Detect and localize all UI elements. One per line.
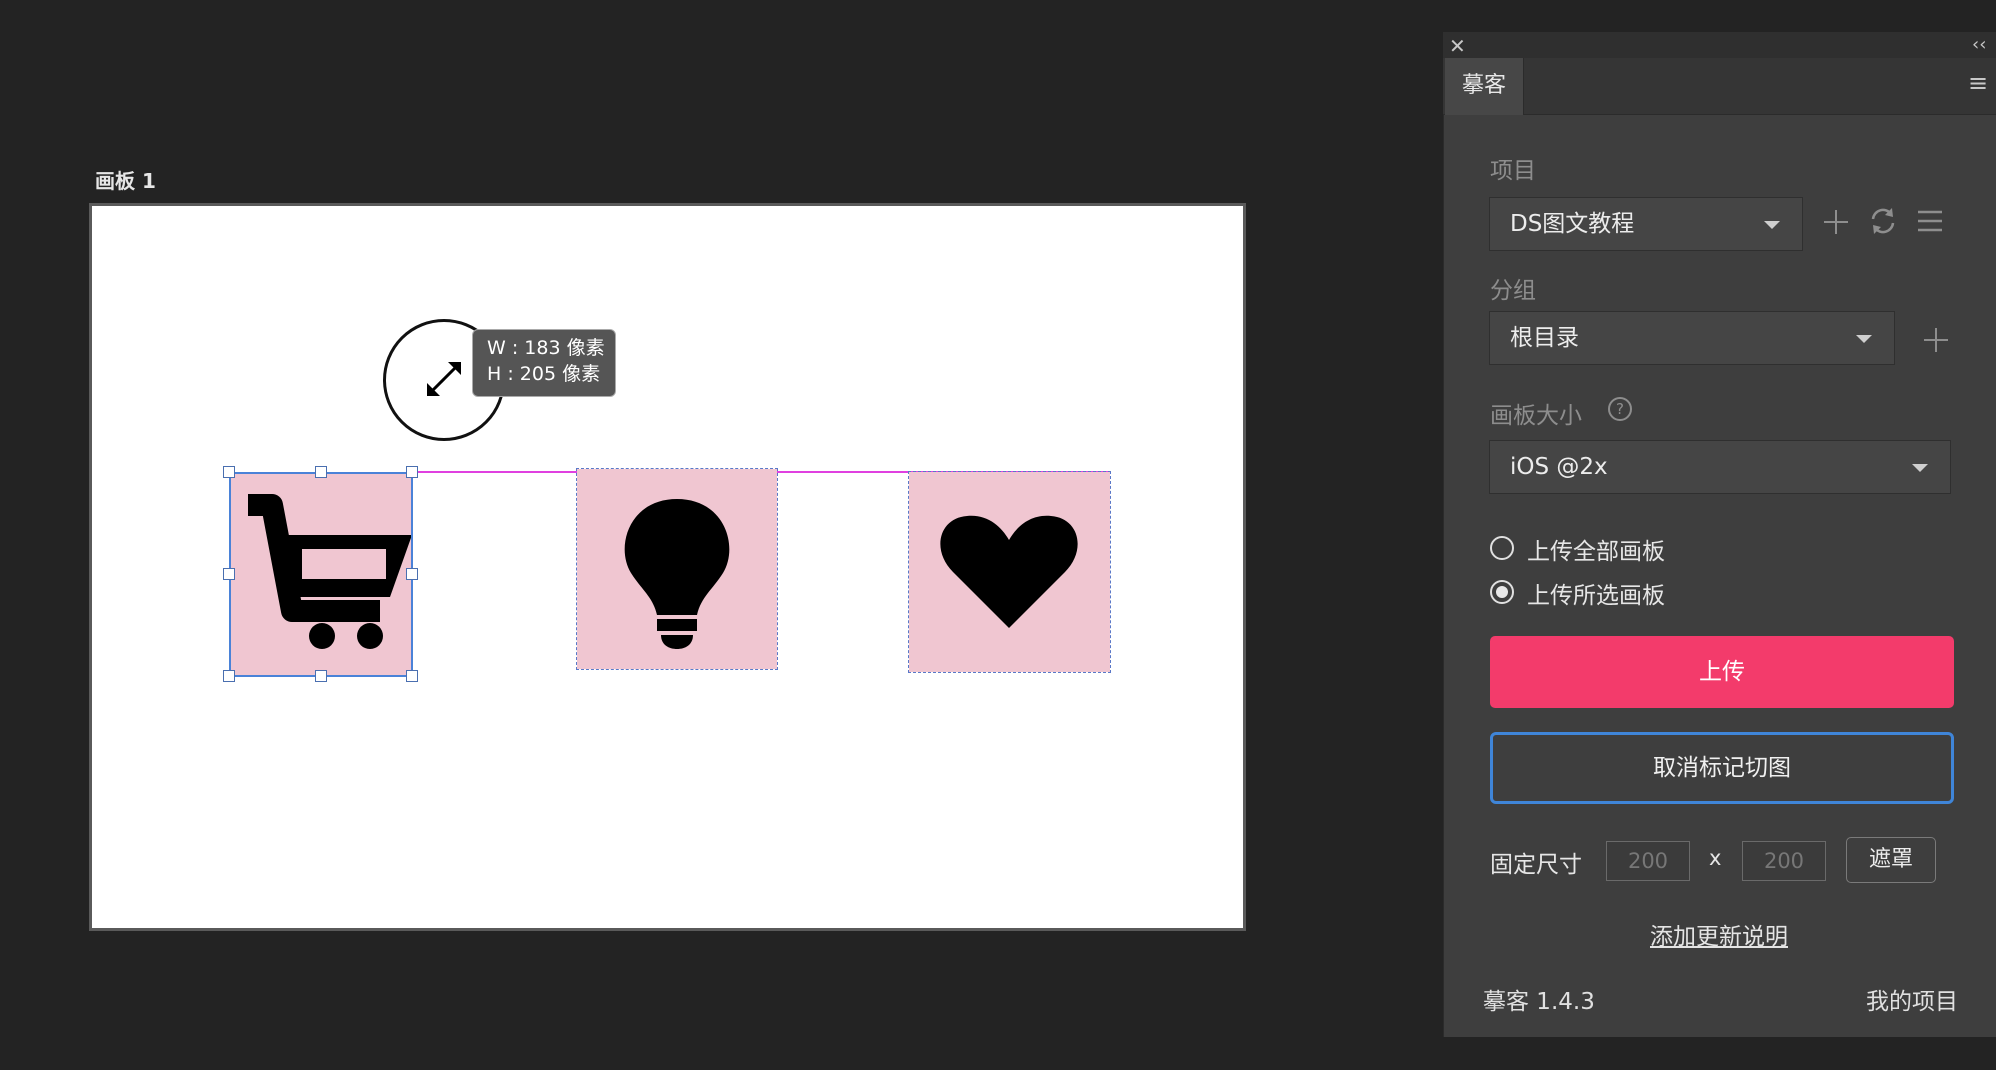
- list-icon[interactable]: [1916, 207, 1944, 235]
- my-projects-link[interactable]: 我的项目: [1866, 982, 1958, 1016]
- unmark-slice-button[interactable]: 取消标记切图: [1490, 732, 1954, 804]
- radio-upload-all[interactable]: [1490, 536, 1514, 560]
- heart-icon: [940, 515, 1078, 628]
- help-icon[interactable]: ?: [1608, 397, 1632, 421]
- project-label: 项目: [1490, 158, 1536, 184]
- refresh-icon[interactable]: [1868, 206, 1898, 236]
- group-select[interactable]: 根目录: [1489, 311, 1895, 365]
- radio-upload-selected-label[interactable]: 上传所选画板: [1527, 576, 1665, 610]
- resize-handle-top-left[interactable]: [223, 466, 235, 478]
- version-text: 摹客 1.4.3: [1483, 989, 1595, 1015]
- add-group-icon[interactable]: [1922, 326, 1950, 354]
- resize-handle-top-center[interactable]: [315, 466, 327, 478]
- measure-tooltip: W : 183 像素 H : 205 像素: [472, 329, 616, 397]
- mask-button[interactable]: 遮罩: [1846, 837, 1936, 883]
- radio-upload-all-label[interactable]: 上传全部画板: [1527, 532, 1665, 566]
- upload-button[interactable]: 上传: [1490, 636, 1954, 708]
- resize-handle-middle-right[interactable]: [406, 568, 418, 580]
- resize-handle-top-right[interactable]: [406, 466, 418, 478]
- resize-handle-middle-left[interactable]: [223, 568, 235, 580]
- artboard-title[interactable]: 画板 1: [95, 165, 156, 194]
- chevron-down-icon: [1856, 335, 1872, 343]
- artboard-size-label: 画板大小: [1490, 403, 1582, 429]
- size-separator: x: [1709, 846, 1722, 870]
- radio-upload-selected[interactable]: [1490, 580, 1514, 604]
- artboard-size-select[interactable]: iOS @2x: [1489, 440, 1951, 494]
- resize-handle-bottom-left[interactable]: [223, 670, 235, 682]
- resize-handle-bottom-right[interactable]: [406, 670, 418, 682]
- chevron-down-icon: [1764, 221, 1780, 229]
- add-update-note-link[interactable]: 添加更新说明: [1650, 917, 1788, 951]
- artboard-size-value: iOS @2x: [1510, 454, 1608, 480]
- lightbulb-tile[interactable]: [576, 468, 778, 670]
- lightbulb-icon: [624, 499, 730, 649]
- project-select[interactable]: DS图文教程: [1489, 197, 1803, 251]
- measure-height-text: H : 205 像素: [487, 363, 601, 385]
- selection-box: [229, 472, 413, 677]
- collapse-icon[interactable]: ‹‹: [1972, 32, 1986, 58]
- panel-titlebar: [1443, 32, 1996, 58]
- project-select-value: DS图文教程: [1510, 211, 1635, 237]
- fixed-height-input[interactable]: 200: [1742, 841, 1826, 881]
- add-project-icon[interactable]: [1821, 207, 1851, 237]
- panel-tabbar: [1443, 58, 1996, 115]
- heart-tile[interactable]: [908, 471, 1111, 673]
- chevron-down-icon: [1912, 464, 1928, 472]
- fixed-size-label: 固定尺寸: [1490, 852, 1582, 878]
- measure-width-text: W : 183 像素: [487, 337, 605, 359]
- panel-menu-icon[interactable]: ≡: [1968, 70, 1988, 96]
- group-label: 分组: [1490, 278, 1536, 304]
- fixed-width-input[interactable]: 200: [1606, 841, 1690, 881]
- tab-mockplus[interactable]: 摹客: [1445, 58, 1524, 115]
- close-icon[interactable]: ✕: [1449, 33, 1466, 59]
- group-select-value: 根目录: [1510, 325, 1579, 351]
- resize-handle-bottom-center[interactable]: [315, 670, 327, 682]
